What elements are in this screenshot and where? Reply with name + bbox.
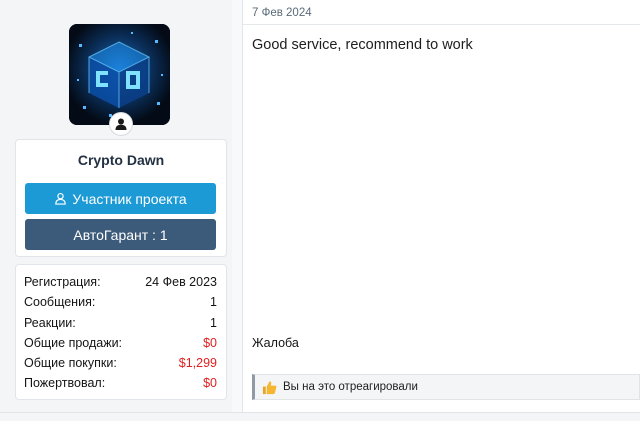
user-icon bbox=[55, 192, 67, 205]
user-status-icon bbox=[110, 113, 132, 135]
post-body: Good service, recommend to work bbox=[252, 37, 473, 53]
stat-label: Пожертвовал: bbox=[24, 376, 106, 390]
stat-value: $0 bbox=[203, 376, 217, 390]
stat-row-reactions: Реакции: 1 bbox=[24, 316, 217, 334]
stat-label: Общие покупки: bbox=[24, 356, 117, 370]
stat-label: Сообщения: bbox=[24, 295, 96, 309]
avatar[interactable] bbox=[69, 24, 170, 125]
stat-label: Реакции: bbox=[24, 316, 76, 330]
sidebar-divider bbox=[232, 0, 243, 420]
user-sidebar: Crypto Dawn Участник проекта АвтоГарант … bbox=[0, 0, 233, 420]
stat-value[interactable]: 1 bbox=[210, 295, 217, 309]
post-date[interactable]: 7 Фев 2024 bbox=[252, 7, 312, 19]
post-header-divider bbox=[242, 24, 640, 25]
stat-value: $0 bbox=[203, 336, 217, 350]
stat-value: 24 Фев 2023 bbox=[145, 275, 217, 289]
stat-row-messages: Сообщения: 1 bbox=[24, 295, 217, 313]
stat-row-donated: Пожертвовал: $0 bbox=[24, 376, 217, 394]
thumbs-up-icon bbox=[262, 380, 277, 394]
autogarant-label: АвтоГарант : 1 bbox=[73, 226, 168, 243]
reaction-text: Вы на это отреагировали bbox=[283, 381, 418, 393]
member-button-label: Участник проекта bbox=[72, 190, 187, 207]
avatar-image bbox=[69, 24, 170, 125]
stat-row-registration: Регистрация: 24 Фев 2023 bbox=[24, 275, 217, 293]
stat-label: Регистрация: bbox=[24, 275, 101, 289]
username[interactable]: Crypto Dawn bbox=[16, 152, 226, 168]
reaction-bar[interactable]: Вы на это отреагировали bbox=[252, 374, 640, 400]
member-button[interactable]: Участник проекта bbox=[25, 183, 216, 214]
stat-value: $1,299 bbox=[178, 356, 217, 370]
user-stats: Регистрация: 24 Фев 2023 Сообщения: 1 Ре… bbox=[15, 264, 227, 400]
autogarant-button[interactable]: АвтоГарант : 1 bbox=[25, 219, 216, 250]
stat-row-purchases: Общие покупки: $1,299 bbox=[24, 356, 217, 374]
stat-label: Общие продажи: bbox=[24, 336, 123, 350]
report-link[interactable]: Жалоба bbox=[252, 336, 299, 350]
stat-row-sales: Общие продажи: $0 bbox=[24, 336, 217, 354]
stat-value: 1 bbox=[210, 316, 217, 330]
user-card: Crypto Dawn Участник проекта АвтоГарант … bbox=[15, 139, 227, 257]
